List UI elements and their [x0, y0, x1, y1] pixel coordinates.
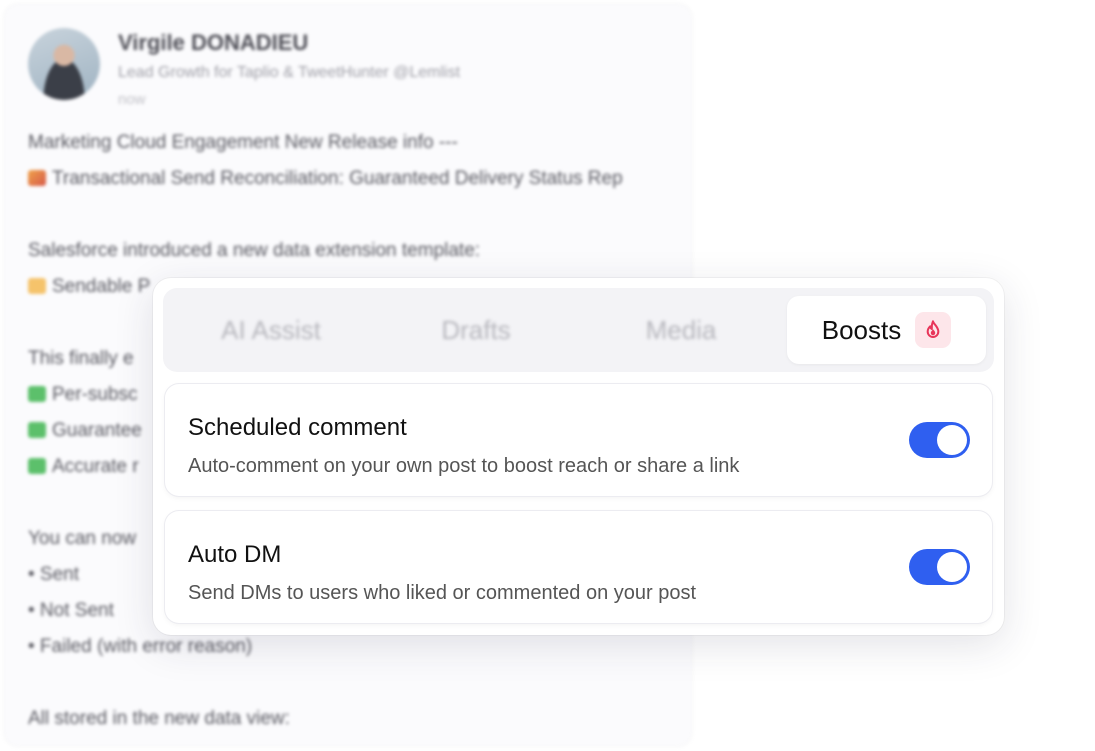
avatar [28, 28, 100, 100]
auto-dm-toggle[interactable] [909, 549, 970, 585]
option-description: Send DMs to users who liked or commented… [188, 582, 697, 604]
author-bio: Lead Growth for Taplio & TweetHunter @Le… [118, 64, 461, 81]
post-text-line: This finally e [28, 348, 134, 369]
post-text-line: • Not Sent [28, 600, 114, 621]
option-title: Auto DM [188, 541, 282, 568]
flame-icon [915, 312, 952, 348]
scheduled-comment-option: Scheduled comment Auto-comment on your o… [165, 384, 992, 496]
post-text-line: • Failed (with error reason) [28, 636, 253, 657]
pointing-hand-icon [28, 278, 46, 294]
check-icon [28, 386, 46, 402]
post-text-line: Salesforce introduced a new data extensi… [28, 240, 481, 261]
toggle-knob [937, 552, 967, 582]
post-text-line: Accurate r [28, 456, 139, 478]
author-name: Virgile DONADIEU [118, 30, 309, 55]
tab-boosts-label: Boosts [821, 314, 902, 345]
post-text-line: Transactional Send Reconciliation: Guara… [28, 168, 623, 190]
post-time: now [118, 91, 146, 108]
post-text-line: Sendable P [28, 276, 150, 298]
post-text-line: Guarantee [28, 420, 142, 442]
post-text-line: Marketing Cloud Engagement New Release i… [28, 132, 458, 153]
tab-bar: AI Assist Drafts Media Boosts [163, 288, 994, 372]
post-text-line: Per-subsc [28, 384, 138, 406]
post-text-line: All stored in the new data view: [28, 708, 290, 729]
toggle-knob [937, 425, 967, 455]
post-text-line: • Sent [28, 564, 80, 585]
check-icon [28, 458, 46, 474]
boosts-panel: AI Assist Drafts Media Boosts Scheduled … [153, 278, 1004, 635]
tab-media[interactable]: Media [581, 296, 781, 364]
rocket-icon [28, 170, 46, 186]
post-text-line: You can now [28, 528, 137, 549]
scheduled-comment-toggle[interactable] [909, 422, 970, 458]
option-description: Auto-comment on your own post to boost r… [188, 455, 740, 477]
tab-drafts[interactable]: Drafts [376, 296, 576, 364]
check-icon [28, 422, 46, 438]
tab-boosts[interactable]: Boosts [787, 296, 986, 364]
tab-ai-assist[interactable]: AI Assist [171, 296, 371, 364]
option-title: Scheduled comment [188, 414, 407, 441]
auto-dm-option: Auto DM Send DMs to users who liked or c… [165, 511, 992, 623]
